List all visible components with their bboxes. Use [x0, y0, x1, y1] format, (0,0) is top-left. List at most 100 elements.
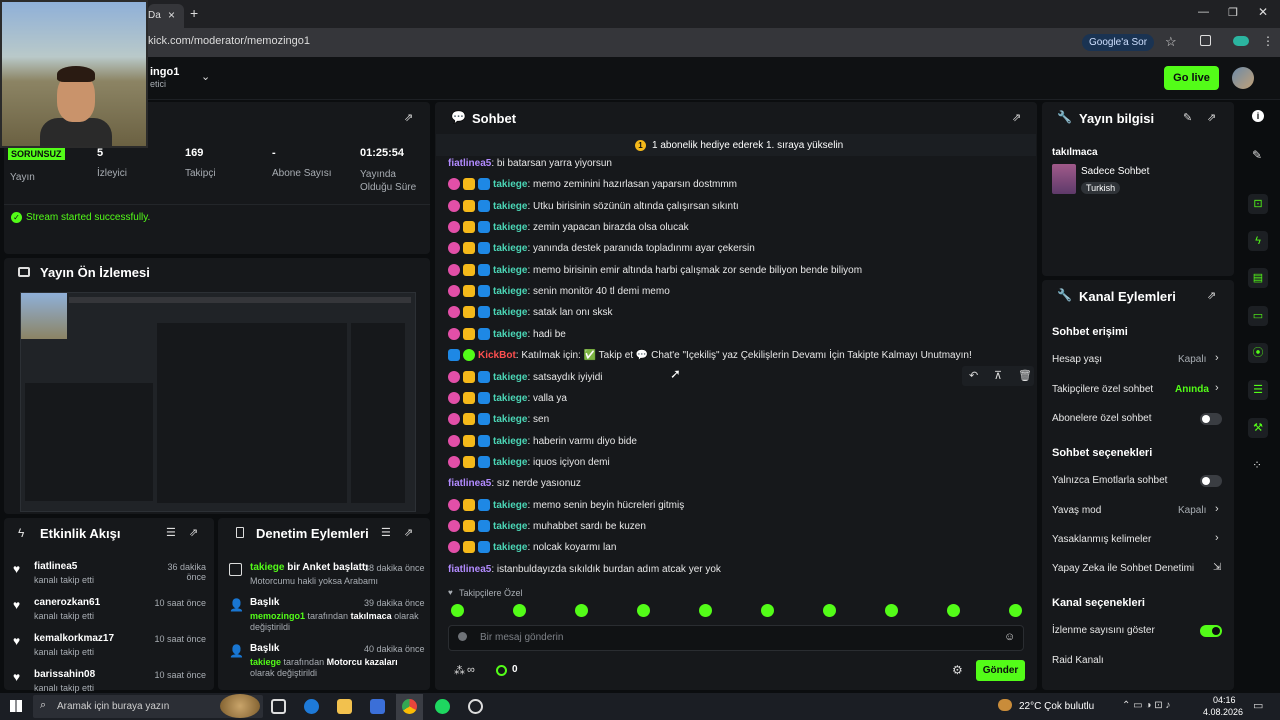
chat-username[interactable]: takiege: [493, 329, 527, 340]
chat-username[interactable]: takiege: [493, 457, 527, 468]
window-close-icon[interactable]: ✕: [1258, 5, 1268, 19]
chat-message[interactable]: takiege: senin monitör 40 tl demi memo: [448, 283, 670, 301]
chat-message[interactable]: takiege: zemin yapacan birazda olsa oluc…: [448, 219, 689, 237]
user-avatar[interactable]: [1232, 67, 1254, 89]
broadcast-icon[interactable]: ⦿: [1248, 343, 1268, 363]
banned-words-label[interactable]: Yasaklanmış kelimeler: [1052, 534, 1151, 545]
spotify-icon[interactable]: [435, 699, 450, 714]
filter-icon[interactable]: ☰: [381, 526, 391, 539]
emote-icon[interactable]: [513, 604, 526, 617]
emote-icon[interactable]: [451, 604, 464, 617]
chat-message[interactable]: takiege: iquos içiyon demi: [448, 454, 610, 472]
chat-username[interactable]: takiege: [493, 286, 527, 297]
obs-icon[interactable]: [468, 699, 483, 714]
chat-message[interactable]: fiatlinea5: sız nerde yasıonuz: [448, 475, 581, 493]
external-link-icon[interactable]: ⇲: [1213, 562, 1221, 573]
chat-message[interactable]: fiatlinea5: bi batarsan yarra yiyorsun: [448, 155, 612, 173]
chevron-right-icon[interactable]: ›: [1215, 503, 1219, 515]
emote-icon[interactable]: [637, 604, 650, 617]
chat-username[interactable]: fiatlinea5: [448, 158, 491, 169]
weather-text[interactable]: 22°C Çok bulutlu: [1019, 701, 1094, 712]
emote-icon[interactable]: [885, 604, 898, 617]
list-icon[interactable]: ☰: [1248, 380, 1268, 400]
chat-username[interactable]: takiege: [493, 521, 527, 532]
edit-icon[interactable]: ✎: [1183, 111, 1192, 124]
clock-date[interactable]: 4.08.2026: [1203, 707, 1243, 717]
ai-moderation-label[interactable]: Yapay Zeka ile Sohbet Denetimi: [1052, 563, 1194, 574]
emote-icon[interactable]: [823, 604, 836, 617]
emote-icon[interactable]: [575, 604, 588, 617]
chat-message[interactable]: takiege: satsaydık iyiyidi: [448, 369, 603, 387]
chat-message[interactable]: fiatlinea5: istanbuldayızda sıkıldık bur…: [448, 561, 721, 579]
address-bar[interactable]: kick.com/moderator/memozingo1: [148, 35, 310, 47]
emote-icon[interactable]: [1009, 604, 1022, 617]
pin-icon[interactable]: ⊼: [994, 369, 1002, 382]
account-age-label[interactable]: Hesap yaşı: [1052, 354, 1102, 365]
chat-message[interactable]: takiege: hadi be: [448, 326, 566, 344]
chat-input[interactable]: Bir mesaj gönderin: [480, 632, 563, 643]
maximize-icon[interactable]: ❐: [1228, 6, 1238, 19]
chat-username[interactable]: takiege: [493, 542, 527, 553]
slow-mode-label[interactable]: Yavaş mod: [1052, 505, 1101, 516]
chrome-icon[interactable]: [402, 699, 417, 714]
chat-message[interactable]: takiege: memo senin beyin hücreleri gitm…: [448, 497, 684, 515]
clipboard-icon[interactable]: ▤: [1248, 268, 1268, 288]
edge-icon[interactable]: [304, 699, 319, 714]
chat-message[interactable]: takiege: sen: [448, 411, 549, 429]
google-ask-button[interactable]: Google'a Sor: [1082, 34, 1155, 51]
send-button[interactable]: Gönder: [976, 660, 1025, 681]
bookmark-star-icon[interactable]: ☆: [1165, 34, 1177, 50]
tab-close-icon[interactable]: ×: [168, 8, 175, 22]
chat-message[interactable]: takiege: haberin varmı diyo bide: [448, 433, 637, 451]
chat-message[interactable]: takiege: satak lan onı sksk: [448, 304, 613, 322]
file-explorer-icon[interactable]: [337, 699, 352, 714]
popout-icon[interactable]: ⇗: [189, 526, 198, 539]
chat-message[interactable]: takiege: muhabbet sardı be kuzen: [448, 518, 646, 536]
users-icon[interactable]: ⁂: [454, 664, 465, 677]
chat-username[interactable]: takiege: [493, 436, 527, 447]
chat-message[interactable]: takiege: yanında destek paranıda topladı…: [448, 240, 755, 258]
infinity-icon[interactable]: ∞: [467, 664, 475, 676]
chat-message[interactable]: takiege: valla ya: [448, 390, 567, 408]
chat-username[interactable]: takiege: [493, 414, 527, 425]
chevron-right-icon[interactable]: ›: [1215, 532, 1219, 544]
notification-icon[interactable]: ▭: [1253, 699, 1263, 712]
new-tab-button[interactable]: +: [190, 5, 198, 21]
popout-icon[interactable]: ⇗: [1012, 111, 1021, 124]
raid-channel-label[interactable]: Raid Kanalı: [1052, 655, 1104, 666]
emote-icon[interactable]: [699, 604, 712, 617]
popout-icon[interactable]: ⇗: [1207, 111, 1216, 124]
chat-username[interactable]: takiege: [493, 500, 527, 511]
chat-message[interactable]: takiege: memo birisinin emir altında har…: [448, 262, 862, 280]
chat-username[interactable]: takiege: [493, 243, 527, 254]
chat-username[interactable]: KickBot: [478, 350, 516, 361]
show-viewers-toggle[interactable]: [1200, 625, 1222, 637]
reply-icon[interactable]: ↶: [969, 369, 978, 382]
pen-icon[interactable]: ✎: [1252, 148, 1262, 162]
browser-menu-icon[interactable]: ⋮: [1262, 34, 1274, 48]
chat-username[interactable]: takiege: [493, 265, 527, 276]
profile-icon[interactable]: [1233, 36, 1249, 46]
go-live-button[interactable]: Go live: [1164, 66, 1219, 90]
chat-message[interactable]: KickBot: Katılmak için: ✅ Takip et 💬 Cha…: [448, 347, 972, 365]
task-view-icon[interactable]: [271, 699, 286, 714]
emoji-icon[interactable]: ☺: [1004, 631, 1015, 643]
chevron-right-icon[interactable]: ›: [1215, 352, 1219, 364]
emotes-only-toggle[interactable]: [1200, 475, 1222, 487]
lightning-icon[interactable]: ϟ: [1248, 231, 1268, 251]
chat-username[interactable]: takiege: [493, 179, 527, 190]
slow-mode-value[interactable]: Kapalı: [1178, 505, 1206, 516]
popout-icon[interactable]: ⇗: [404, 526, 413, 539]
subscribers-only-toggle[interactable]: [1200, 413, 1222, 425]
tray-icons[interactable]: ⌃ ▭ ◑ ⊡ ♪: [1122, 700, 1170, 711]
info-icon[interactable]: i: [1252, 110, 1264, 122]
chat-username[interactable]: takiege: [493, 393, 527, 404]
popout-icon[interactable]: ⇗: [404, 111, 413, 124]
activity-username[interactable]: fiatlinea5: [34, 561, 77, 572]
emote-icon[interactable]: [947, 604, 960, 617]
chat-message[interactable]: takiege: memo zeminini hazırlasan yapars…: [448, 176, 737, 194]
chat-icon[interactable]: ▭: [1248, 306, 1268, 326]
store-icon[interactable]: [370, 699, 385, 714]
emote-icon[interactable]: [761, 604, 774, 617]
wrench-tool-icon[interactable]: ⚒: [1248, 418, 1268, 438]
